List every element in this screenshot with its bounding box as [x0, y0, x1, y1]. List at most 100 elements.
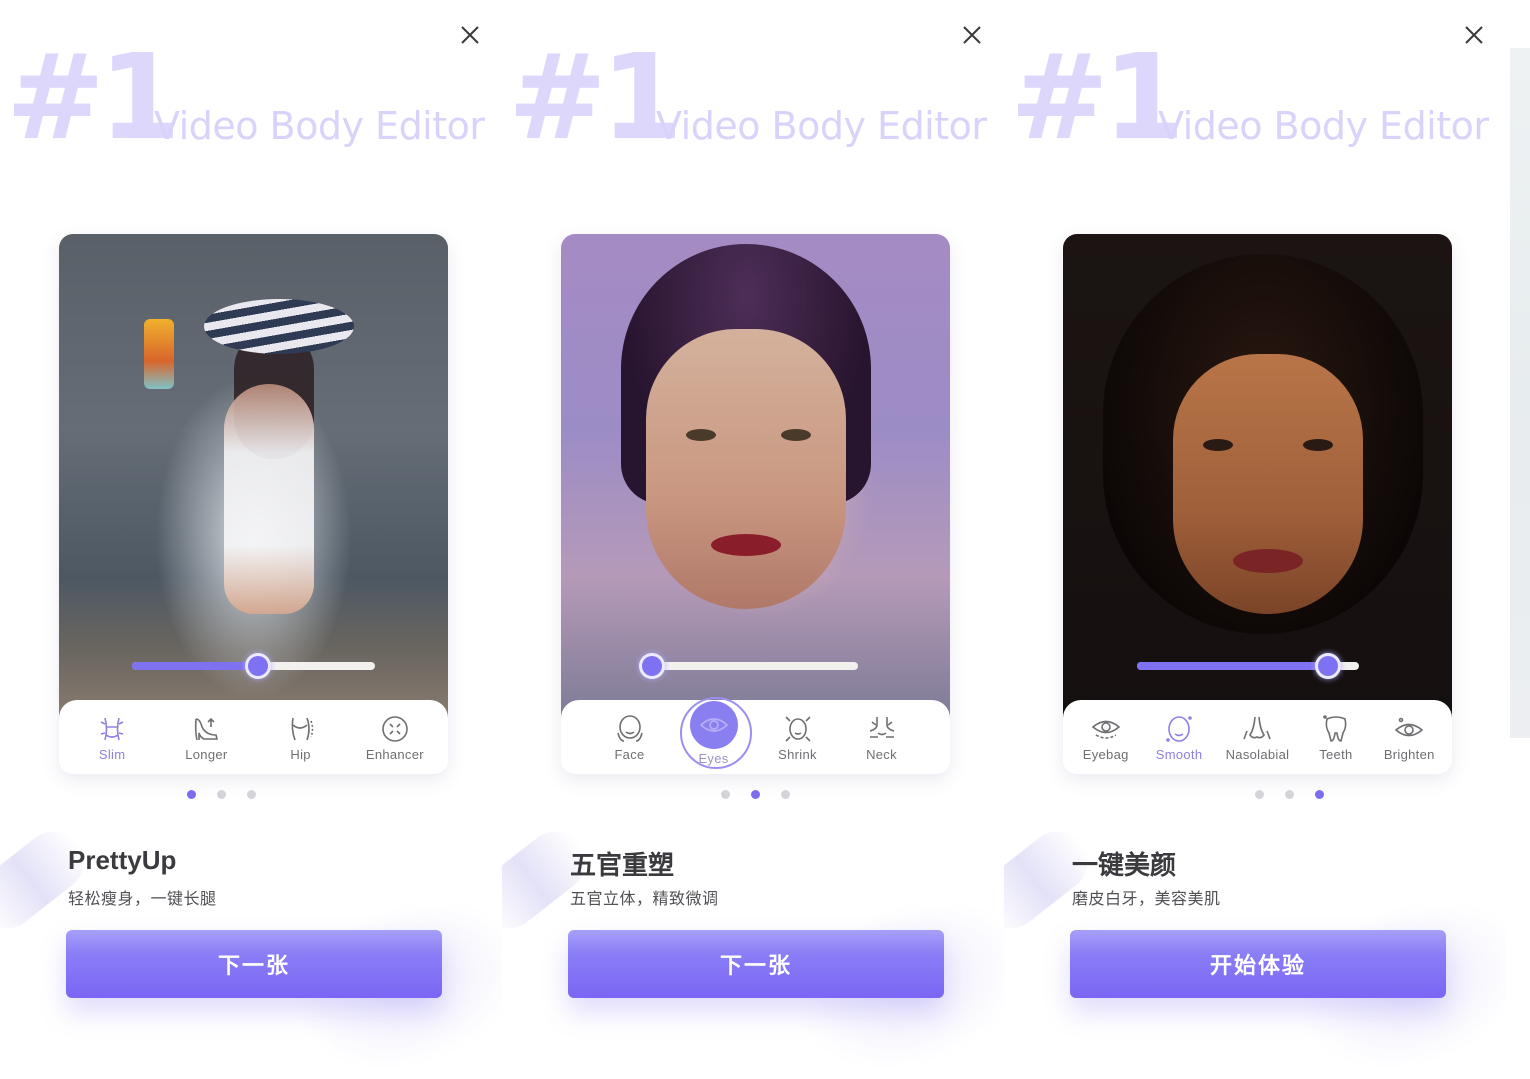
feature-subtitle: 磨皮白牙，美容美肌	[1072, 891, 1221, 908]
preview-card: Eyebag Smooth Nasolabial Teeth Brighten	[1063, 234, 1452, 774]
feature-subtitle: 轻松瘦身，一键长腿	[68, 891, 217, 908]
tool-label: Neck	[866, 746, 897, 762]
page-dot[interactable]	[780, 790, 790, 799]
close-button[interactable]	[1459, 20, 1489, 50]
onboarding-panel-face: #1 Video Body Editor Face Eyes Shrink Ne…	[502, 0, 1004, 1079]
hero-tagline: Video Body Editor	[1158, 104, 1489, 148]
hero-banner: #1 Video Body Editor	[6, 28, 502, 166]
brighten-eye-icon	[1395, 717, 1424, 736]
preview-photo	[561, 234, 950, 724]
tool-bar: Slim Longer Hip Enhancer	[59, 700, 448, 774]
page-dot[interactable]	[1314, 790, 1324, 799]
preview-card: Face Eyes Shrink Neck	[561, 234, 950, 774]
slider-fill	[132, 662, 259, 670]
tool-shrink[interactable]: Shrink	[759, 713, 837, 762]
slider-thumb[interactable]	[638, 653, 665, 679]
feature-subtitle: 五官立体，精致微调	[570, 891, 719, 908]
tool-icon-highlight	[689, 700, 738, 749]
feature-title: 一键美颜	[1072, 850, 1177, 880]
nose-icon	[1243, 716, 1272, 739]
tool-smooth[interactable]: Smooth	[1144, 713, 1214, 762]
intensity-slider[interactable]	[638, 653, 858, 679]
tool-bar: Eyebag Smooth Nasolabial Teeth Brighten	[1063, 700, 1452, 774]
photo-figure-hat	[204, 299, 354, 354]
next-button[interactable]: 下一张	[568, 930, 944, 998]
onboarding-panel-body: #1 Video Body Editor Slim Longer Hip Enh…	[0, 0, 502, 1079]
tool-face[interactable]: Face	[591, 713, 669, 762]
next-button[interactable]: 下一张	[66, 930, 442, 998]
tool-brighten[interactable]: Brighten	[1374, 713, 1444, 762]
tooth-icon	[1323, 714, 1347, 742]
close-icon	[1465, 26, 1483, 44]
photo-figure-drink	[144, 319, 174, 389]
intensity-slider[interactable]	[1137, 653, 1359, 679]
eye-icon	[699, 717, 728, 732]
page-indicator	[504, 790, 1004, 799]
tool-label: Eyebag	[1082, 746, 1129, 762]
tool-label: Smooth	[1155, 746, 1203, 762]
photo-figure-lips	[1233, 549, 1303, 573]
tool-label: Longer	[185, 746, 228, 762]
face-icon	[616, 714, 643, 742]
tool-eyes[interactable]: Eyes	[675, 697, 753, 769]
tool-label: Nasolabial	[1225, 746, 1290, 762]
hero-tagline: Video Body Editor	[656, 104, 987, 148]
tool-label: Enhancer	[365, 746, 424, 762]
hip-icon	[291, 717, 313, 740]
tool-nasolabial[interactable]: Nasolabial	[1217, 713, 1297, 762]
hero-rank: #1	[1010, 28, 1185, 166]
decorative-swoosh	[0, 819, 96, 941]
close-icon	[461, 26, 479, 44]
expand-circle-icon	[382, 715, 408, 742]
face-shrink-icon	[784, 715, 811, 742]
page-indicator	[1038, 790, 1506, 799]
photo-figure-eye	[781, 429, 811, 441]
tool-label: Teeth	[1319, 746, 1353, 762]
tool-longer[interactable]: Longer	[167, 713, 245, 762]
neck-icon	[869, 716, 894, 738]
photo-figure-face	[1173, 354, 1363, 614]
tool-slim[interactable]: Slim	[73, 713, 151, 762]
photo-figure-eye	[686, 429, 716, 441]
hero-banner: #1 Video Body Editor	[1010, 28, 1506, 166]
photo-figure-eye	[1303, 439, 1333, 451]
next-screen-edge	[1510, 48, 1530, 738]
waist-slim-icon	[100, 717, 124, 740]
tool-eyebag[interactable]: Eyebag	[1071, 713, 1141, 762]
preview-card: Slim Longer Hip Enhancer	[59, 234, 448, 774]
photo-figure-face	[646, 329, 846, 609]
tool-label: Slim	[98, 746, 126, 762]
tool-neck[interactable]: Neck	[843, 713, 921, 762]
preview-photo	[59, 234, 448, 724]
tool-teeth[interactable]: Teeth	[1301, 713, 1371, 762]
hero-rank: #1	[6, 28, 181, 166]
page-indicator	[0, 790, 472, 799]
page-dot[interactable]	[1254, 790, 1264, 799]
hero-tagline: Video Body Editor	[154, 104, 485, 148]
eyebag-icon	[1091, 720, 1120, 739]
page-dot[interactable]	[246, 790, 256, 799]
tool-enhancer[interactable]: Enhancer	[356, 713, 434, 762]
photo-figure-body	[224, 384, 314, 614]
page-dot[interactable]	[216, 790, 226, 799]
tool-hip[interactable]: Hip	[262, 713, 340, 762]
tool-label: Eyes	[698, 750, 729, 766]
tool-bar: Face Eyes Shrink Neck	[561, 697, 950, 774]
intensity-slider[interactable]	[132, 653, 375, 679]
page-dot[interactable]	[750, 790, 760, 799]
photo-figure-lips	[711, 534, 781, 556]
close-button[interactable]	[455, 20, 485, 50]
high-heel-icon	[195, 717, 219, 740]
photo-figure-eye	[1203, 439, 1233, 451]
feature-title: 五官重塑	[570, 850, 675, 880]
tool-label: Hip	[290, 746, 311, 762]
page-dot[interactable]	[720, 790, 730, 799]
close-button[interactable]	[957, 20, 987, 50]
slider-fill	[1137, 662, 1328, 670]
slider-thumb[interactable]	[1314, 653, 1341, 679]
page-dot[interactable]	[1284, 790, 1294, 799]
tool-label: Shrink	[778, 746, 817, 762]
smooth-face-icon	[1166, 715, 1192, 742]
page-dot[interactable]	[186, 790, 196, 799]
start-button[interactable]: 开始体验	[1070, 930, 1446, 998]
